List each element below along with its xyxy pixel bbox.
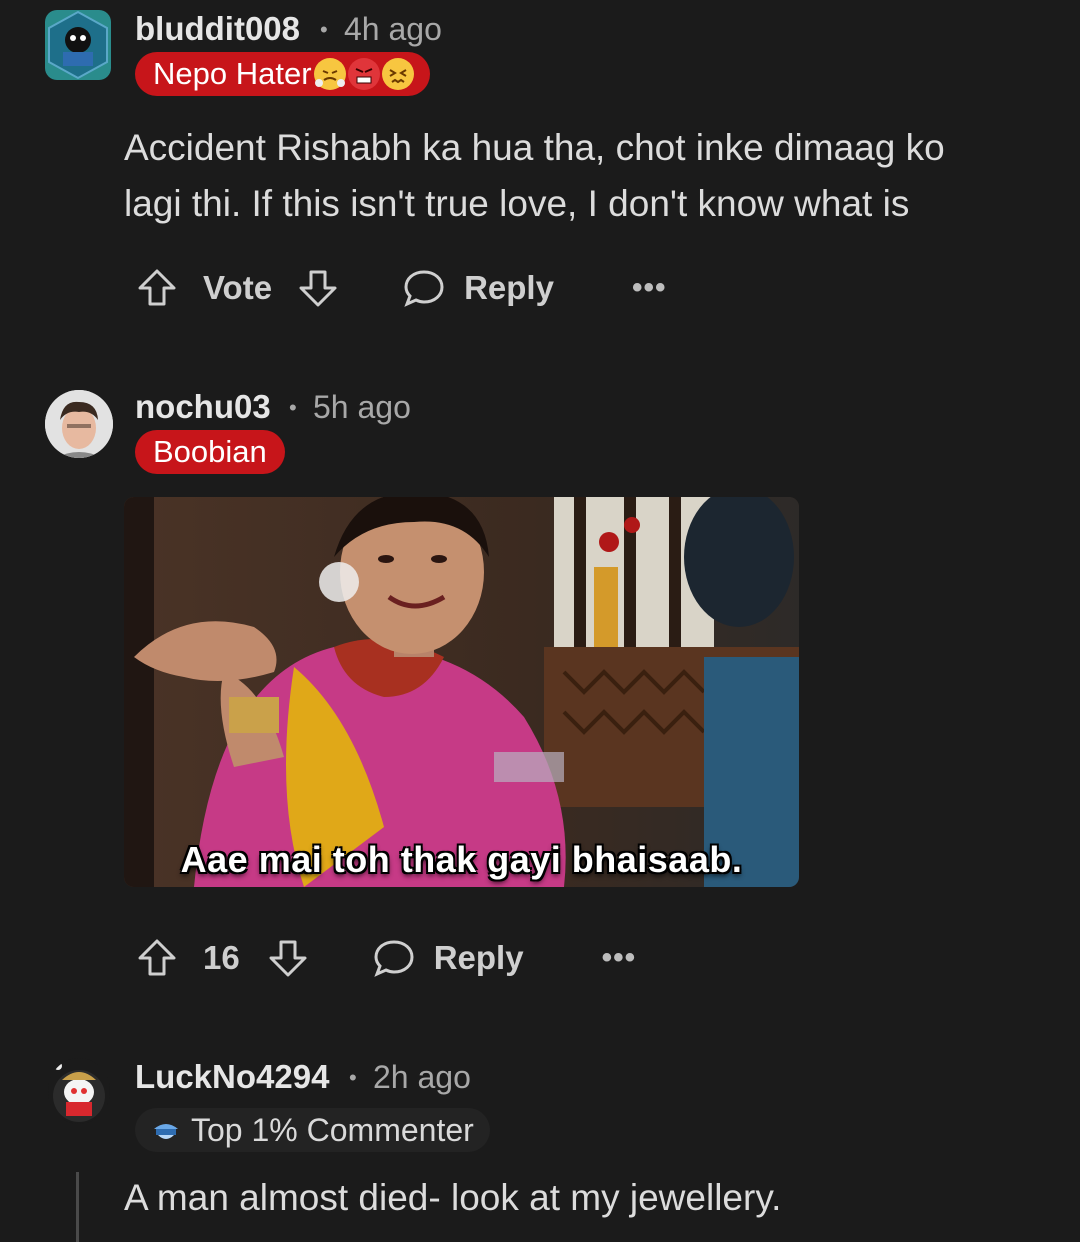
comment-body: A man almost died- look at my jewellery. (124, 1170, 1024, 1226)
avatar[interactable] (48, 1058, 110, 1124)
comment-luckno4294: LuckNo4294 • 2h ago Top 1% Commenter A m… (0, 0, 1080, 1242)
separator-dot: • (349, 1065, 357, 1090)
thread-line[interactable] (76, 1172, 79, 1242)
username[interactable]: LuckNo4294 (135, 1058, 329, 1096)
top-commenter-badge: Top 1% Commenter (135, 1108, 490, 1152)
badge-text: Top 1% Commenter (191, 1111, 474, 1148)
top-commenter-icon (151, 1115, 181, 1145)
comment-line: A man almost died- look at my jewellery. (124, 1177, 782, 1218)
timestamp: 2h ago (373, 1059, 471, 1095)
